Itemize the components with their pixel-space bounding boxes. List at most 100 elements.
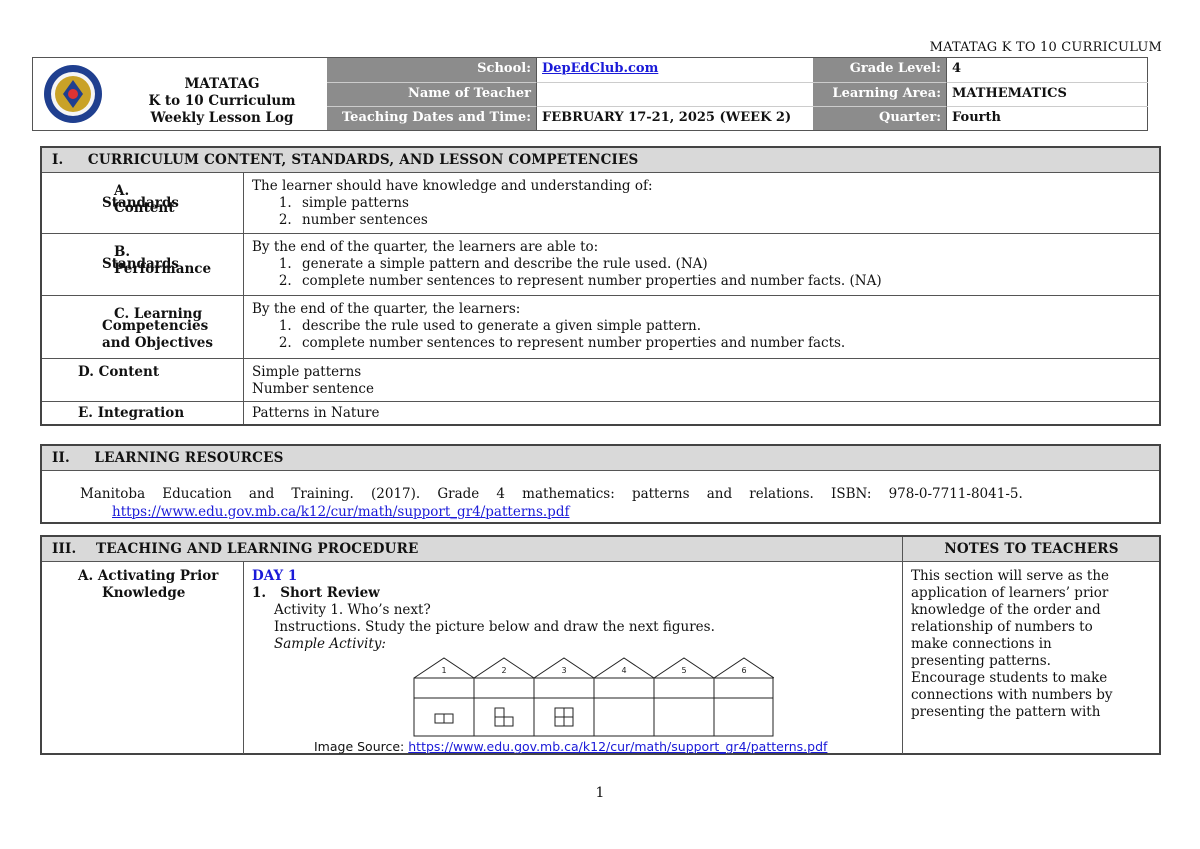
grade-label: Grade Level: <box>813 58 946 82</box>
house-number: 4 <box>621 666 626 675</box>
area-value: MATHEMATICS <box>946 82 1148 106</box>
key-line: A. Content <box>114 183 175 216</box>
dates-label: Teaching Dates and Time: <box>327 106 536 130</box>
row-key: B. Performance Standards <box>42 234 244 295</box>
notes-title: NOTES TO TEACHERS <box>902 537 1160 561</box>
list-item: complete number sentences to represent n… <box>296 273 1159 290</box>
house-number: 6 <box>741 666 746 675</box>
note-line: make connections in <box>911 636 1052 652</box>
row-key: A. Activating Prior Knowledge <box>42 562 244 754</box>
resource-link[interactable]: https://www.edu.gov.mb.ca/k12/cur/math/s… <box>112 504 569 520</box>
content-line: Simple patterns <box>252 364 362 380</box>
resources-section: II. LEARNING RESOURCES Manitoba Educatio… <box>40 444 1161 524</box>
resource-entry: Manitoba Education and Training. (2017).… <box>42 471 1159 521</box>
row-key: E. Integration <box>42 402 244 424</box>
row-value: Simple patterns Number sentence <box>243 359 1159 401</box>
deped-seal-icon <box>44 65 102 123</box>
square-tile <box>494 716 505 727</box>
image-source: Image Source: https://www.edu.gov.mb.ca/… <box>314 738 827 755</box>
brand-cell: MATATAG K to 10 Curriculum Weekly Lesson… <box>33 58 325 130</box>
row-value: The learner should have knowledge and un… <box>243 173 1159 232</box>
key-line: A. Activating Prior <box>78 568 219 584</box>
activity-title: Activity 1. Who’s next? <box>274 602 431 618</box>
section2-title: II. LEARNING RESOURCES <box>42 446 1159 471</box>
brand-line2: K to 10 Curriculum <box>148 93 296 109</box>
procedure-section: III. TEACHING AND LEARNING PROCEDURE NOT… <box>40 535 1161 755</box>
square-tile <box>503 716 514 727</box>
section1-title: I. CURRICULUM CONTENT, STANDARDS, AND LE… <box>42 148 1159 173</box>
row-key: C. Learning Competencies and Objectives <box>42 296 244 358</box>
procedure-content: DAY 1 1. Short Review Activity 1. Who’s … <box>252 568 902 754</box>
competencies-row: C. Learning Competencies and Objectives By… <box>42 296 1159 359</box>
integration-row: E. Integration Patterns in Nature <box>42 402 1159 424</box>
activating-row: A. Activating Prior Knowledge DAY 1 1. S… <box>42 562 1159 754</box>
step-title: 1. Short Review <box>252 585 380 601</box>
row-key: D. Content <box>42 359 244 401</box>
sample-label: Sample Activity: <box>274 636 386 652</box>
row-intro: By the end of the quarter, the learners … <box>252 239 599 255</box>
square-tile <box>434 713 445 724</box>
key-line: Knowledge <box>102 585 186 601</box>
teacher-label: Name of Teacher <box>327 82 536 106</box>
integration-line: Patterns in Nature <box>252 405 380 421</box>
house-number: 5 <box>681 666 686 675</box>
row-list: describe the rule used to generate a giv… <box>252 318 1159 352</box>
brand-line3: Weekly Lesson Log <box>150 110 294 126</box>
content-standards-row: A. Content Standards The learner should h… <box>42 173 1159 234</box>
square-tile <box>554 707 565 718</box>
row-list: simple patterns number sentences <box>252 195 1159 229</box>
info-grid: School: DepEdClub.com Grade Level: 4 Nam… <box>327 58 1148 130</box>
lesson-log-header: MATATAG K to 10 Curriculum Weekly Lesson… <box>32 57 1148 131</box>
instructions-text: Instructions. Study the picture below an… <box>274 619 715 635</box>
area-label: Learning Area: <box>813 82 946 106</box>
list-item: complete number sentences to represent n… <box>296 335 1159 352</box>
content-line: Number sentence <box>252 381 374 397</box>
note-line: application of learners’ prior <box>911 585 1109 601</box>
note-line: relationship of numbers to <box>911 619 1093 635</box>
list-item: generate a simple pattern and describe t… <box>296 256 1159 273</box>
brand-title: MATATAG K to 10 Curriculum Weekly Lesson… <box>127 76 317 127</box>
row-key: A. Content Standards <box>42 173 244 233</box>
key-line: and Objectives <box>102 335 213 351</box>
teacher-value <box>536 82 813 106</box>
notes-content: This section will serve as the applicati… <box>902 562 1159 754</box>
square-tile <box>494 707 505 718</box>
quarter-value: Fourth <box>946 106 1148 130</box>
note-line: knowledge of the order and <box>911 602 1101 618</box>
curriculum-header: MATATAG K TO 10 CURRICULUM <box>929 40 1162 55</box>
note-line: Encourage students to make <box>911 670 1108 686</box>
list-item: simple patterns <box>296 195 1159 212</box>
section3-title: III. TEACHING AND LEARNING PROCEDURE <box>52 541 419 557</box>
list-item: describe the rule used to generate a giv… <box>296 318 1159 335</box>
image-source-link[interactable]: https://www.edu.gov.mb.ca/k12/cur/math/s… <box>408 739 827 754</box>
school-value: DepEdClub.com <box>536 58 813 82</box>
grade-value: 4 <box>946 58 1148 82</box>
page-number: 1 <box>595 785 605 801</box>
school-link[interactable]: DepEdClub.com <box>542 61 658 76</box>
school-label: School: <box>327 58 536 82</box>
row-value: Patterns in Nature <box>243 402 1159 425</box>
square-tile <box>563 707 574 718</box>
row-value: By the end of the quarter, the learners … <box>243 234 1159 293</box>
row-intro: By the end of the quarter, the learners: <box>252 301 521 317</box>
day-label: DAY 1 <box>252 568 298 584</box>
quarter-label: Quarter: <box>813 106 946 130</box>
square-tile <box>554 716 565 727</box>
house-number: 3 <box>561 666 566 675</box>
image-source-label: Image Source: <box>314 739 409 754</box>
note-line: This section will serve as the <box>911 568 1110 584</box>
row-list: generate a simple pattern and describe t… <box>252 256 1159 290</box>
content-row: D. Content Simple patterns Number senten… <box>42 359 1159 402</box>
curriculum-section: I. CURRICULUM CONTENT, STANDARDS, AND LE… <box>40 146 1161 426</box>
row-intro: The learner should have knowledge and un… <box>252 178 653 194</box>
square-tile <box>563 716 574 727</box>
brand-line1: MATATAG <box>184 76 260 92</box>
note-line: presenting the pattern with <box>911 704 1101 720</box>
square-tile <box>443 713 454 724</box>
list-item: number sentences <box>296 212 1159 229</box>
citation-text: Manitoba Education and Training. (2017).… <box>80 486 1023 502</box>
key-line: B. Performance <box>114 244 212 277</box>
section3-header: III. TEACHING AND LEARNING PROCEDURE NOT… <box>42 537 1159 562</box>
row-value: By the end of the quarter, the learners:… <box>243 296 1159 355</box>
note-line: presenting patterns. <box>911 653 1051 669</box>
